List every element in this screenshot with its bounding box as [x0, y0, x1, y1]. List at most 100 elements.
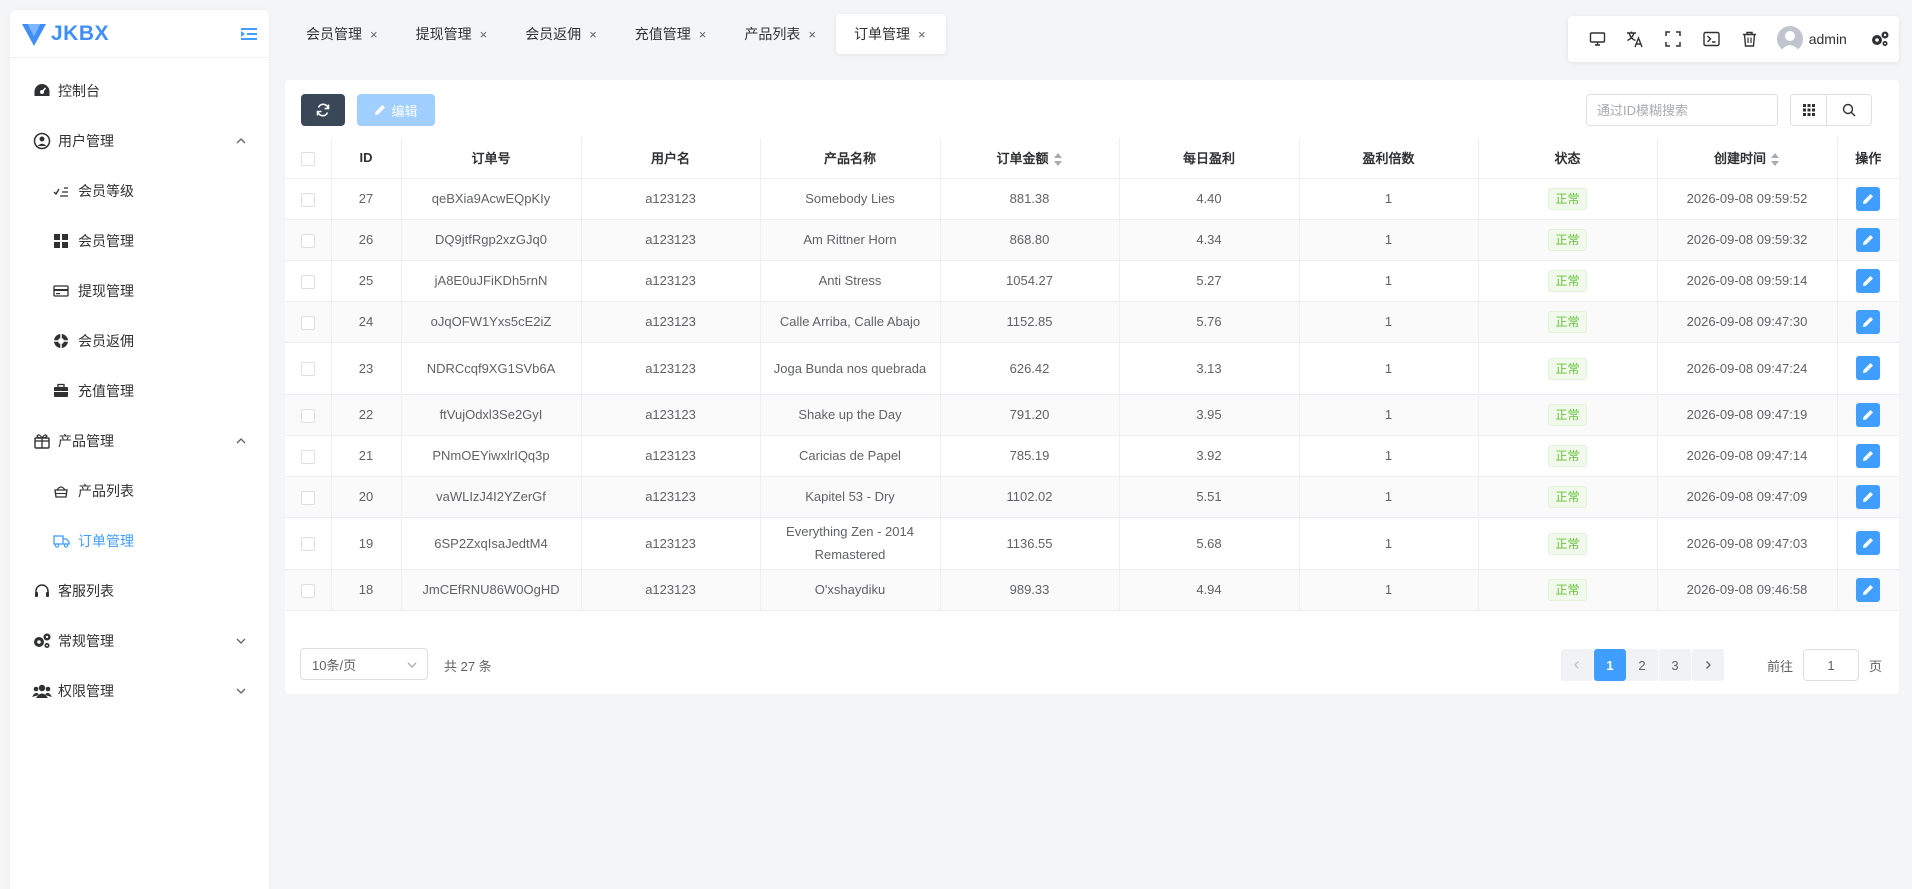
refresh-button[interactable]: [301, 94, 345, 126]
chevron-up-icon: [236, 438, 246, 444]
cell-ops: [1837, 178, 1899, 220]
sidebar-item-general-management[interactable]: 常规管理: [10, 616, 269, 666]
column-toggle-button[interactable]: [1790, 94, 1826, 126]
row-checkbox[interactable]: [300, 583, 315, 598]
row-checkbox[interactable]: [300, 315, 315, 330]
cell-created: 2026-09-08 09:47:09: [1657, 476, 1838, 518]
row-checkbox[interactable]: [300, 490, 315, 505]
edit-button[interactable]: 编辑: [357, 94, 435, 126]
row-edit-button[interactable]: [1856, 268, 1881, 293]
table-row[interactable]: 18 JmCEfRNU86W0OgHD a123123 O'xshaydiku 989.…: [285, 569, 1899, 611]
row-edit-button[interactable]: [1856, 309, 1881, 334]
fullscreen-icon[interactable]: [1654, 19, 1692, 59]
table-row[interactable]: 23 NDRCcqf9XG1SVb6A a123123 Joga Bunda nos …: [285, 342, 1899, 395]
close-icon[interactable]: ×: [808, 27, 816, 42]
page-size-select[interactable]: 10条/页: [300, 648, 428, 680]
row-edit-button[interactable]: [1856, 356, 1881, 381]
translate-icon[interactable]: [1616, 19, 1654, 59]
row-edit-button[interactable]: [1856, 186, 1881, 211]
sidebar-item-member-level[interactable]: 会员等级: [10, 166, 269, 216]
tab-order-management[interactable]: 订单管理 ×: [835, 14, 946, 54]
table-row[interactable]: 19 6SP2ZxqIsaJedtM4 a123123 Everything Zen …: [285, 517, 1899, 570]
cell-amount: 989.33: [940, 569, 1120, 611]
tab-member-rebate[interactable]: 会员返佣 ×: [507, 14, 617, 54]
monitor-icon[interactable]: [1578, 19, 1616, 59]
sidebar-item-withdraw-management[interactable]: 提现管理: [10, 266, 269, 316]
row-edit-button[interactable]: [1856, 484, 1881, 509]
cell-username: a123123: [581, 435, 761, 477]
pencil-icon: [1863, 584, 1874, 595]
cell-daily-profit: 5.51: [1119, 476, 1300, 518]
trash-icon[interactable]: [1731, 19, 1769, 59]
cell-id: 18: [331, 569, 402, 611]
close-icon[interactable]: ×: [480, 27, 488, 42]
sidebar-item-product-management[interactable]: 产品管理: [10, 416, 269, 466]
sidebar-item-dashboard[interactable]: 控制台: [10, 66, 269, 116]
close-icon[interactable]: ×: [699, 27, 707, 42]
row-edit-button[interactable]: [1856, 531, 1881, 556]
table-row[interactable]: 20 vaWLIzJ4I2YZerGf a123123 Kapitel 53 - Dr…: [285, 476, 1899, 518]
page-3-button[interactable]: 3: [1659, 649, 1691, 681]
row-checkbox[interactable]: [300, 537, 315, 552]
table-row[interactable]: 21 PNmOEYiwxlrIQq3p a123123 Caricias de Pap…: [285, 435, 1899, 477]
sort-caret-icon[interactable]: [1053, 153, 1063, 167]
row-edit-button[interactable]: [1856, 577, 1881, 602]
main-panel: 编辑 ID 订单号 用户名 产品名称 订单金额 每日盈利 盈利倍数 状态 创建时…: [285, 80, 1899, 694]
header-amount-cell[interactable]: 订单金额: [940, 138, 1120, 179]
cell-daily-profit: 3.92: [1119, 435, 1300, 477]
search-input[interactable]: [1586, 94, 1778, 126]
tab-recharge-management[interactable]: 充值管理 ×: [617, 14, 727, 54]
cell-multiplier: 1: [1299, 260, 1479, 302]
tab-withdraw-management[interactable]: 提现管理 ×: [398, 14, 508, 54]
cell-daily-profit: 4.94: [1119, 569, 1300, 611]
cell-order-no: PNmOEYiwxlrIQq3p: [401, 435, 582, 477]
user-menu[interactable]: admin: [1776, 26, 1847, 52]
orders-table: ID 订单号 用户名 产品名称 订单金额 每日盈利 盈利倍数 状态 创建时间 操…: [285, 138, 1899, 611]
settings-gears-icon[interactable]: [1861, 19, 1899, 59]
sidebar-item-permission-management[interactable]: 权限管理: [10, 666, 269, 716]
sidebar-item-member-rebate[interactable]: 会员返佣: [10, 316, 269, 366]
sidebar-item-order-management[interactable]: 订单管理: [10, 516, 269, 566]
goto-page-input[interactable]: [1803, 649, 1859, 681]
search-button[interactable]: [1826, 94, 1872, 126]
row-checkbox[interactable]: [300, 408, 315, 423]
row-edit-button[interactable]: [1856, 443, 1881, 468]
row-checkbox[interactable]: [300, 274, 315, 289]
row-checkbox[interactable]: [300, 362, 315, 377]
table-row[interactable]: 26 DQ9jtfRgp2xzGJq0 a123123 Am Rittner Horn…: [285, 219, 1899, 261]
sidebar-item-member-management[interactable]: 会员管理: [10, 216, 269, 266]
row-checkbox[interactable]: [300, 233, 315, 248]
sidebar-item-product-list[interactable]: 产品列表: [10, 466, 269, 516]
row-edit-button[interactable]: [1856, 227, 1881, 252]
page-2-button[interactable]: 2: [1626, 649, 1658, 681]
sort-caret-icon[interactable]: [1771, 153, 1780, 167]
close-icon[interactable]: ×: [589, 27, 597, 42]
tab-member-management[interactable]: 会员管理 ×: [288, 14, 398, 54]
terminal-icon[interactable]: [1692, 19, 1730, 59]
table-row[interactable]: 24 oJqOFW1Yxs5cE2iZ a123123 Calle Arriba, C…: [285, 301, 1899, 343]
level-icon: [52, 182, 70, 200]
cell-id: 19: [331, 517, 402, 570]
table-row[interactable]: 22 ftVujOdxl3Se2GyI a123123 Shake up the Da…: [285, 394, 1899, 436]
tab-label: 订单管理: [853, 26, 910, 42]
menu-collapse-icon[interactable]: [239, 24, 259, 44]
sidebar-item-customer-service[interactable]: 客服列表: [10, 566, 269, 616]
row-edit-button[interactable]: [1856, 402, 1881, 427]
goto-label: 前往: [1767, 659, 1794, 674]
sidebar: JKBX 控制台 用户管理 会员等级 会员管理 提现管理 会员返佣 充值管理 产…: [10, 10, 269, 889]
page-1-button[interactable]: 1: [1594, 649, 1626, 681]
prev-page-button[interactable]: [1561, 649, 1593, 681]
select-all-checkbox[interactable]: [300, 151, 315, 166]
sidebar-item-user-management[interactable]: 用户管理: [10, 116, 269, 166]
close-icon[interactable]: ×: [918, 27, 926, 42]
table-row[interactable]: 25 jA8E0uJFiKDh5rnN a123123 Anti Stress 1054…: [285, 260, 1899, 302]
row-checkbox[interactable]: [300, 192, 315, 207]
header-created-cell[interactable]: 创建时间: [1657, 138, 1838, 179]
sidebar-item-recharge-management[interactable]: 充值管理: [10, 366, 269, 416]
row-checkbox[interactable]: [300, 449, 315, 464]
table-row[interactable]: 27 qeBXia9AcwEQpKIy a123123 Somebody Lies 88…: [285, 178, 1899, 220]
tab-product-list[interactable]: 产品列表 ×: [726, 14, 836, 54]
cell-order-no: qeBXia9AcwEQpKIy: [401, 178, 582, 220]
close-icon[interactable]: ×: [370, 27, 378, 42]
next-page-button[interactable]: [1692, 649, 1724, 681]
